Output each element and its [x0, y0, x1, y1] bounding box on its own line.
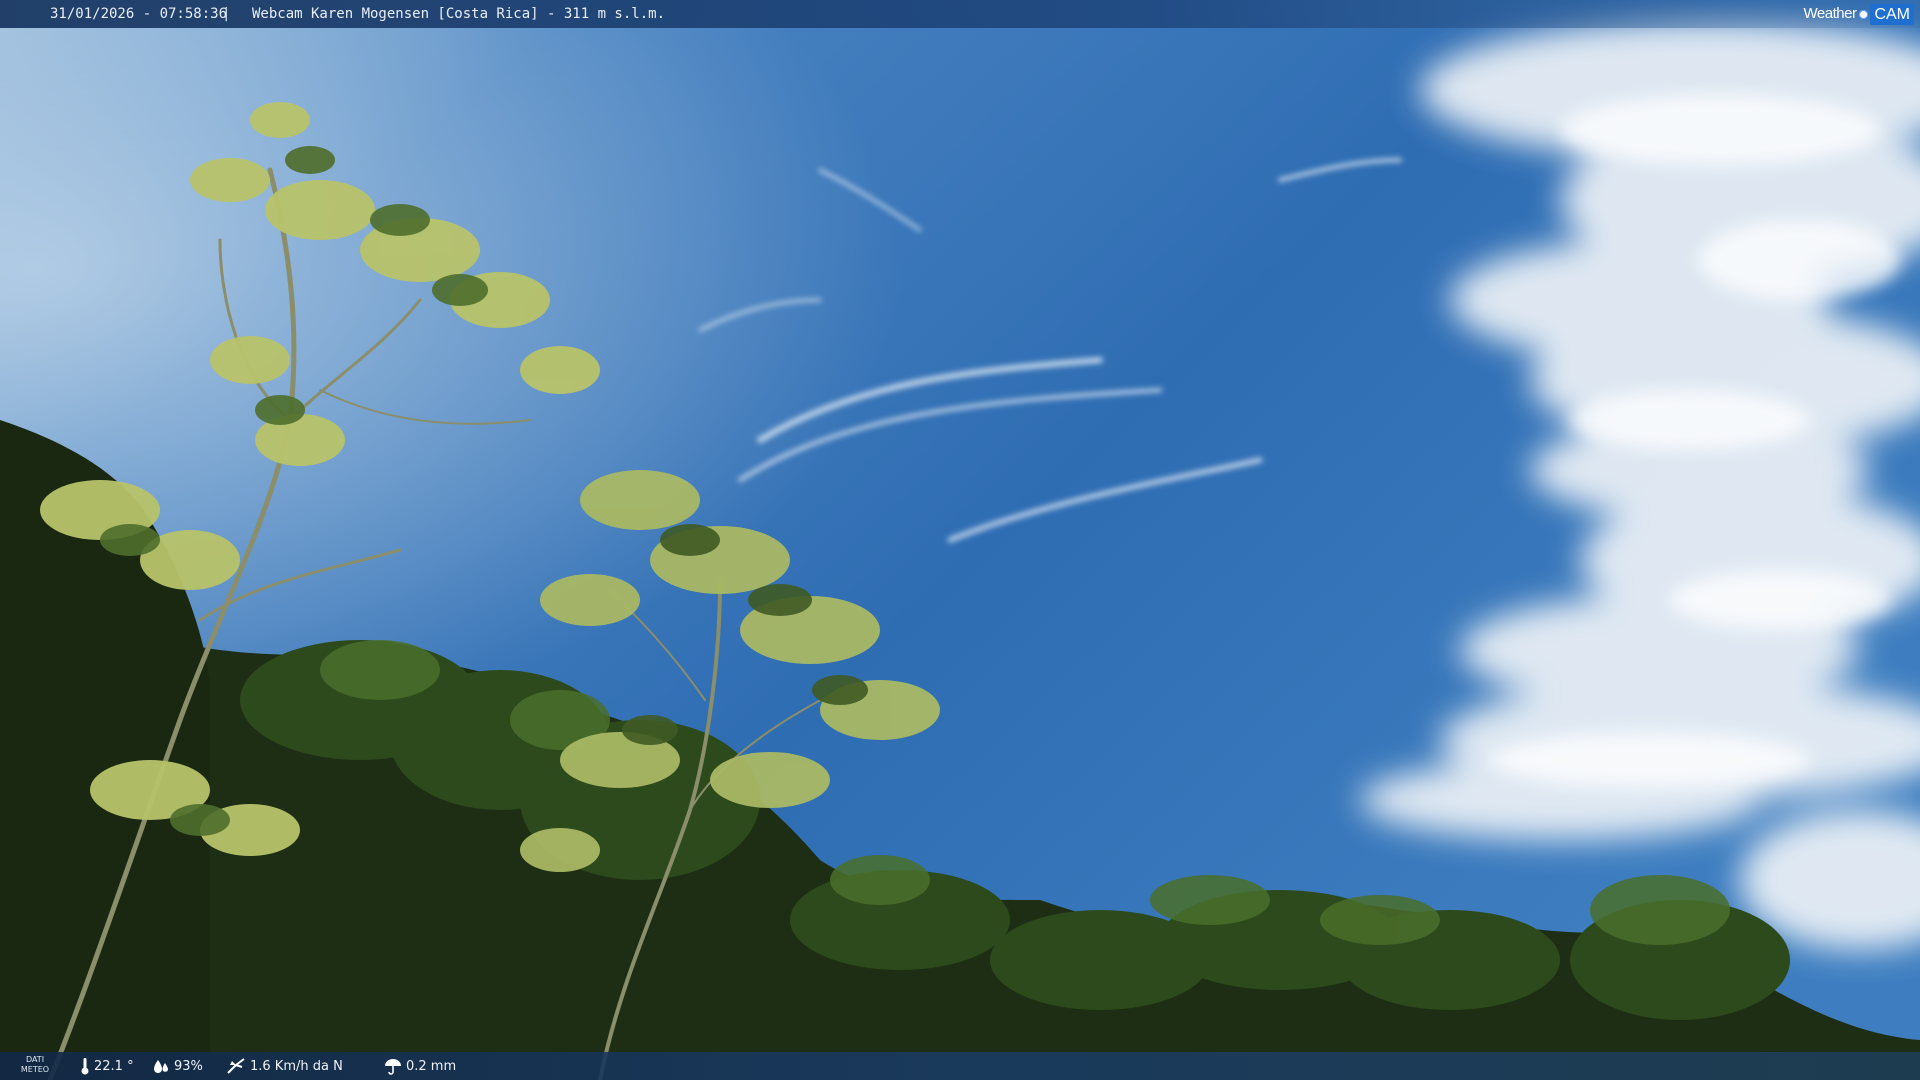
weathercam-logo[interactable]: Weather CAM — [1804, 3, 1914, 25]
weather-panel-label: DATI METEO — [20, 1055, 50, 1074]
timestamp: 31/01/2026 - 07:58:36 — [50, 6, 228, 22]
humidity-drops-icon — [154, 1060, 168, 1073]
rain-umbrella-icon — [385, 1059, 401, 1075]
humidity-value: 93% — [174, 1058, 203, 1074]
rain-metric: 0.2 mm — [384, 1052, 456, 1080]
wind-value: 1.6 Km/h da N — [250, 1058, 343, 1074]
logo-word-cam: CAM — [1870, 3, 1914, 25]
webcam-image — [0, 0, 1920, 1080]
wind-vane-icon — [227, 1058, 245, 1074]
header-separator: | — [222, 6, 231, 22]
rain-value: 0.2 mm — [406, 1058, 457, 1074]
wind-metric: 1.6 Km/h da N — [226, 1052, 343, 1080]
weather-data-bar: DATI METEO 22.1 ° 93% 1.6 Km/h da N 0.2 … — [0, 1052, 1920, 1080]
temperature-metric: 22.1 ° — [80, 1052, 134, 1080]
temperature-value: 22.1 ° — [94, 1058, 134, 1074]
header-bar: 31/01/2026 - 07:58:36 | Webcam Karen Mog… — [0, 0, 1920, 28]
camera-title: Webcam Karen Mogensen [Costa Rica] - 311… — [252, 6, 666, 22]
logo-word-weather: Weather — [1803, 5, 1857, 22]
thermometer-icon — [81, 1058, 89, 1075]
logo-dot-icon — [1859, 9, 1869, 19]
humidity-metric: 93% — [152, 1052, 203, 1080]
